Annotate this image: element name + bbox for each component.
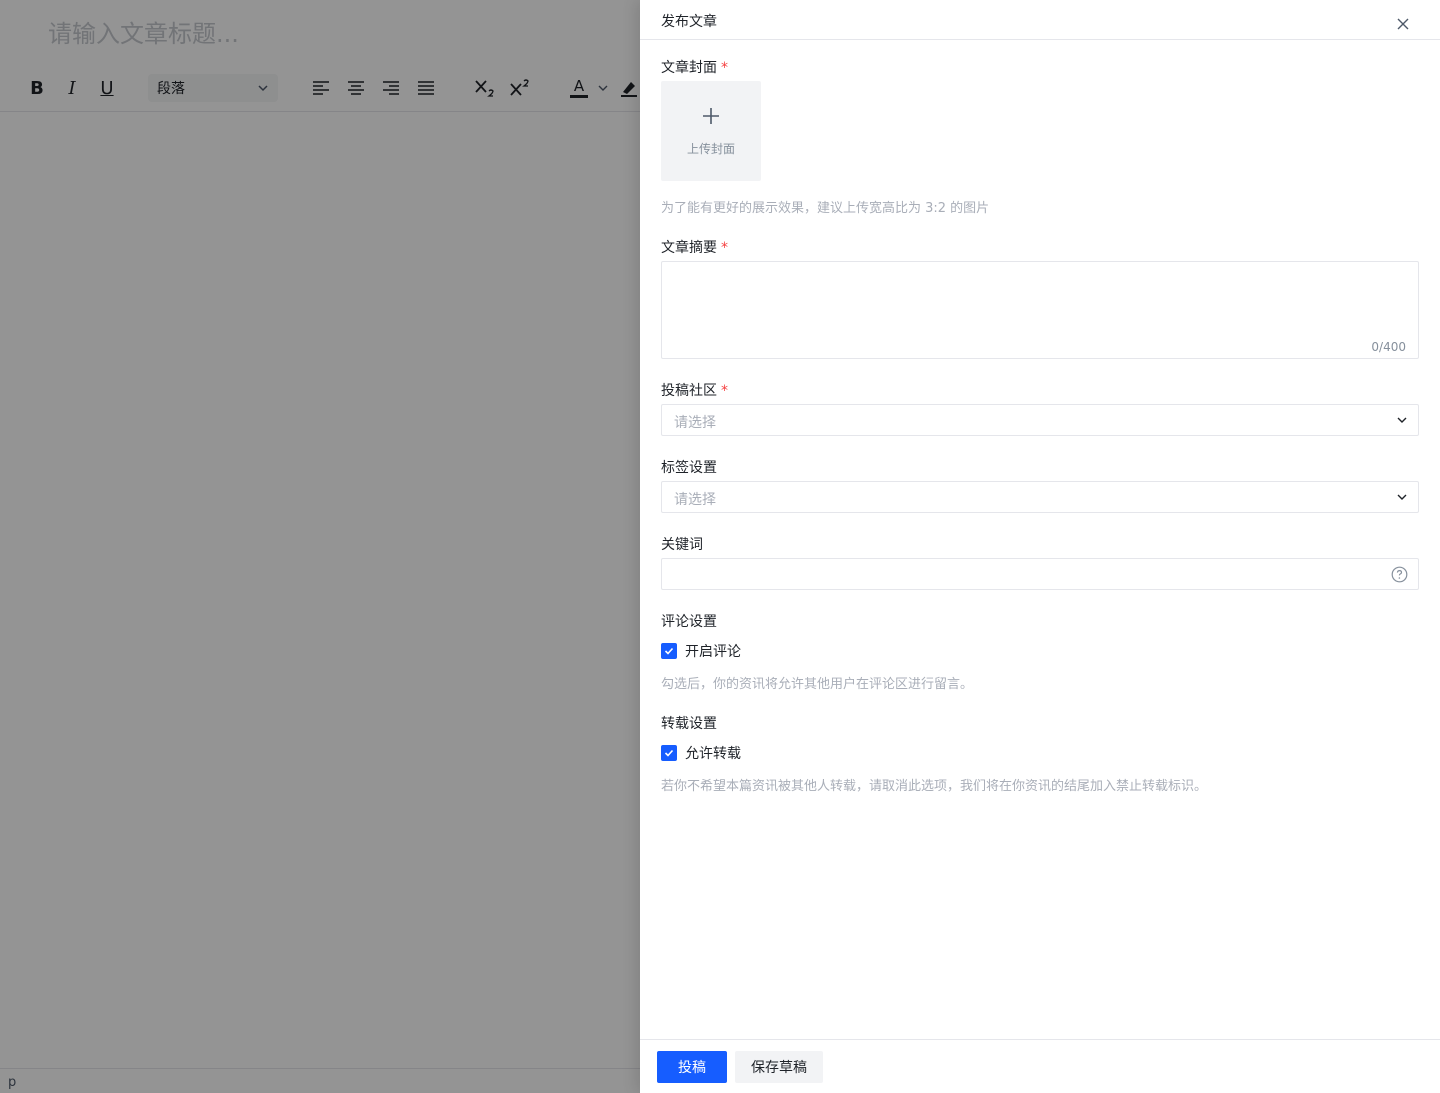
community-label: 投稿社区 * — [661, 380, 728, 400]
drawer-title: 发布文章 — [661, 14, 717, 30]
summary-label-text: 文章摘要 — [661, 240, 717, 256]
summary-label: 文章摘要 * — [661, 237, 728, 257]
drawer-footer: 投稿 保存草稿 — [640, 1039, 1440, 1093]
upload-cover-text: 上传封面 — [686, 142, 735, 156]
save-draft-button[interactable]: 保存草稿 — [735, 1051, 823, 1083]
submit-button[interactable]: 投稿 — [657, 1051, 727, 1083]
close-icon — [1397, 18, 1409, 30]
community-select[interactable]: 请选择 — [661, 404, 1419, 436]
repost-label: 转载设置 — [661, 716, 717, 732]
chevron-down-icon — [1397, 494, 1407, 500]
plus-icon — [703, 108, 719, 124]
comments-hint: 勾选后，你的资讯将允许其他用户在评论区进行留言。 — [661, 677, 974, 692]
check-icon — [664, 749, 674, 757]
checkbox-checked[interactable] — [661, 643, 677, 659]
tags-label: 标签设置 — [661, 460, 717, 476]
repost-hint: 若你不希望本篇资讯被其他人转载，请取消此选项，我们将在你资讯的结尾加入禁止转载标… — [661, 779, 1208, 794]
drawer-header: 发布文章 — [640, 0, 1440, 40]
cover-label: 文章封面 * — [661, 57, 728, 77]
tags-select[interactable]: 请选择 — [661, 481, 1419, 513]
cover-upload-button[interactable]: 上传封面 — [661, 81, 761, 181]
chevron-down-icon — [1397, 417, 1407, 423]
required-mark: * — [721, 60, 728, 76]
checkbox-checked[interactable] — [661, 745, 677, 761]
cover-label-text: 文章封面 — [661, 60, 717, 76]
enable-comments-checkbox[interactable]: 开启评论 — [661, 641, 741, 661]
required-mark: * — [721, 240, 728, 256]
enable-comments-label: 开启评论 — [685, 644, 741, 660]
tags-select-placeholder: 请选择 — [674, 492, 716, 508]
comments-label: 评论设置 — [661, 614, 717, 630]
question-circle-icon[interactable] — [1391, 566, 1408, 583]
publish-drawer: 发布文章 文章封面 * 上传封面 为了能有更好的展示效果，建议上传宽高比为 3:2… — [640, 0, 1440, 1093]
community-label-text: 投稿社区 — [661, 383, 717, 399]
keywords-input[interactable] — [661, 558, 1419, 590]
allow-repost-checkbox[interactable]: 允许转载 — [661, 743, 741, 763]
summary-textarea[interactable]: 0/400 — [661, 261, 1419, 359]
check-icon — [664, 647, 674, 655]
summary-char-count: 0/400 — [1371, 340, 1406, 354]
keywords-label: 关键词 — [661, 537, 703, 553]
required-mark: * — [721, 383, 728, 399]
close-button[interactable] — [1393, 14, 1413, 34]
cover-hint: 为了能有更好的展示效果，建议上传宽高比为 3:2 的图片 — [661, 201, 990, 216]
community-select-placeholder: 请选择 — [674, 415, 716, 431]
allow-repost-label: 允许转载 — [685, 746, 741, 762]
